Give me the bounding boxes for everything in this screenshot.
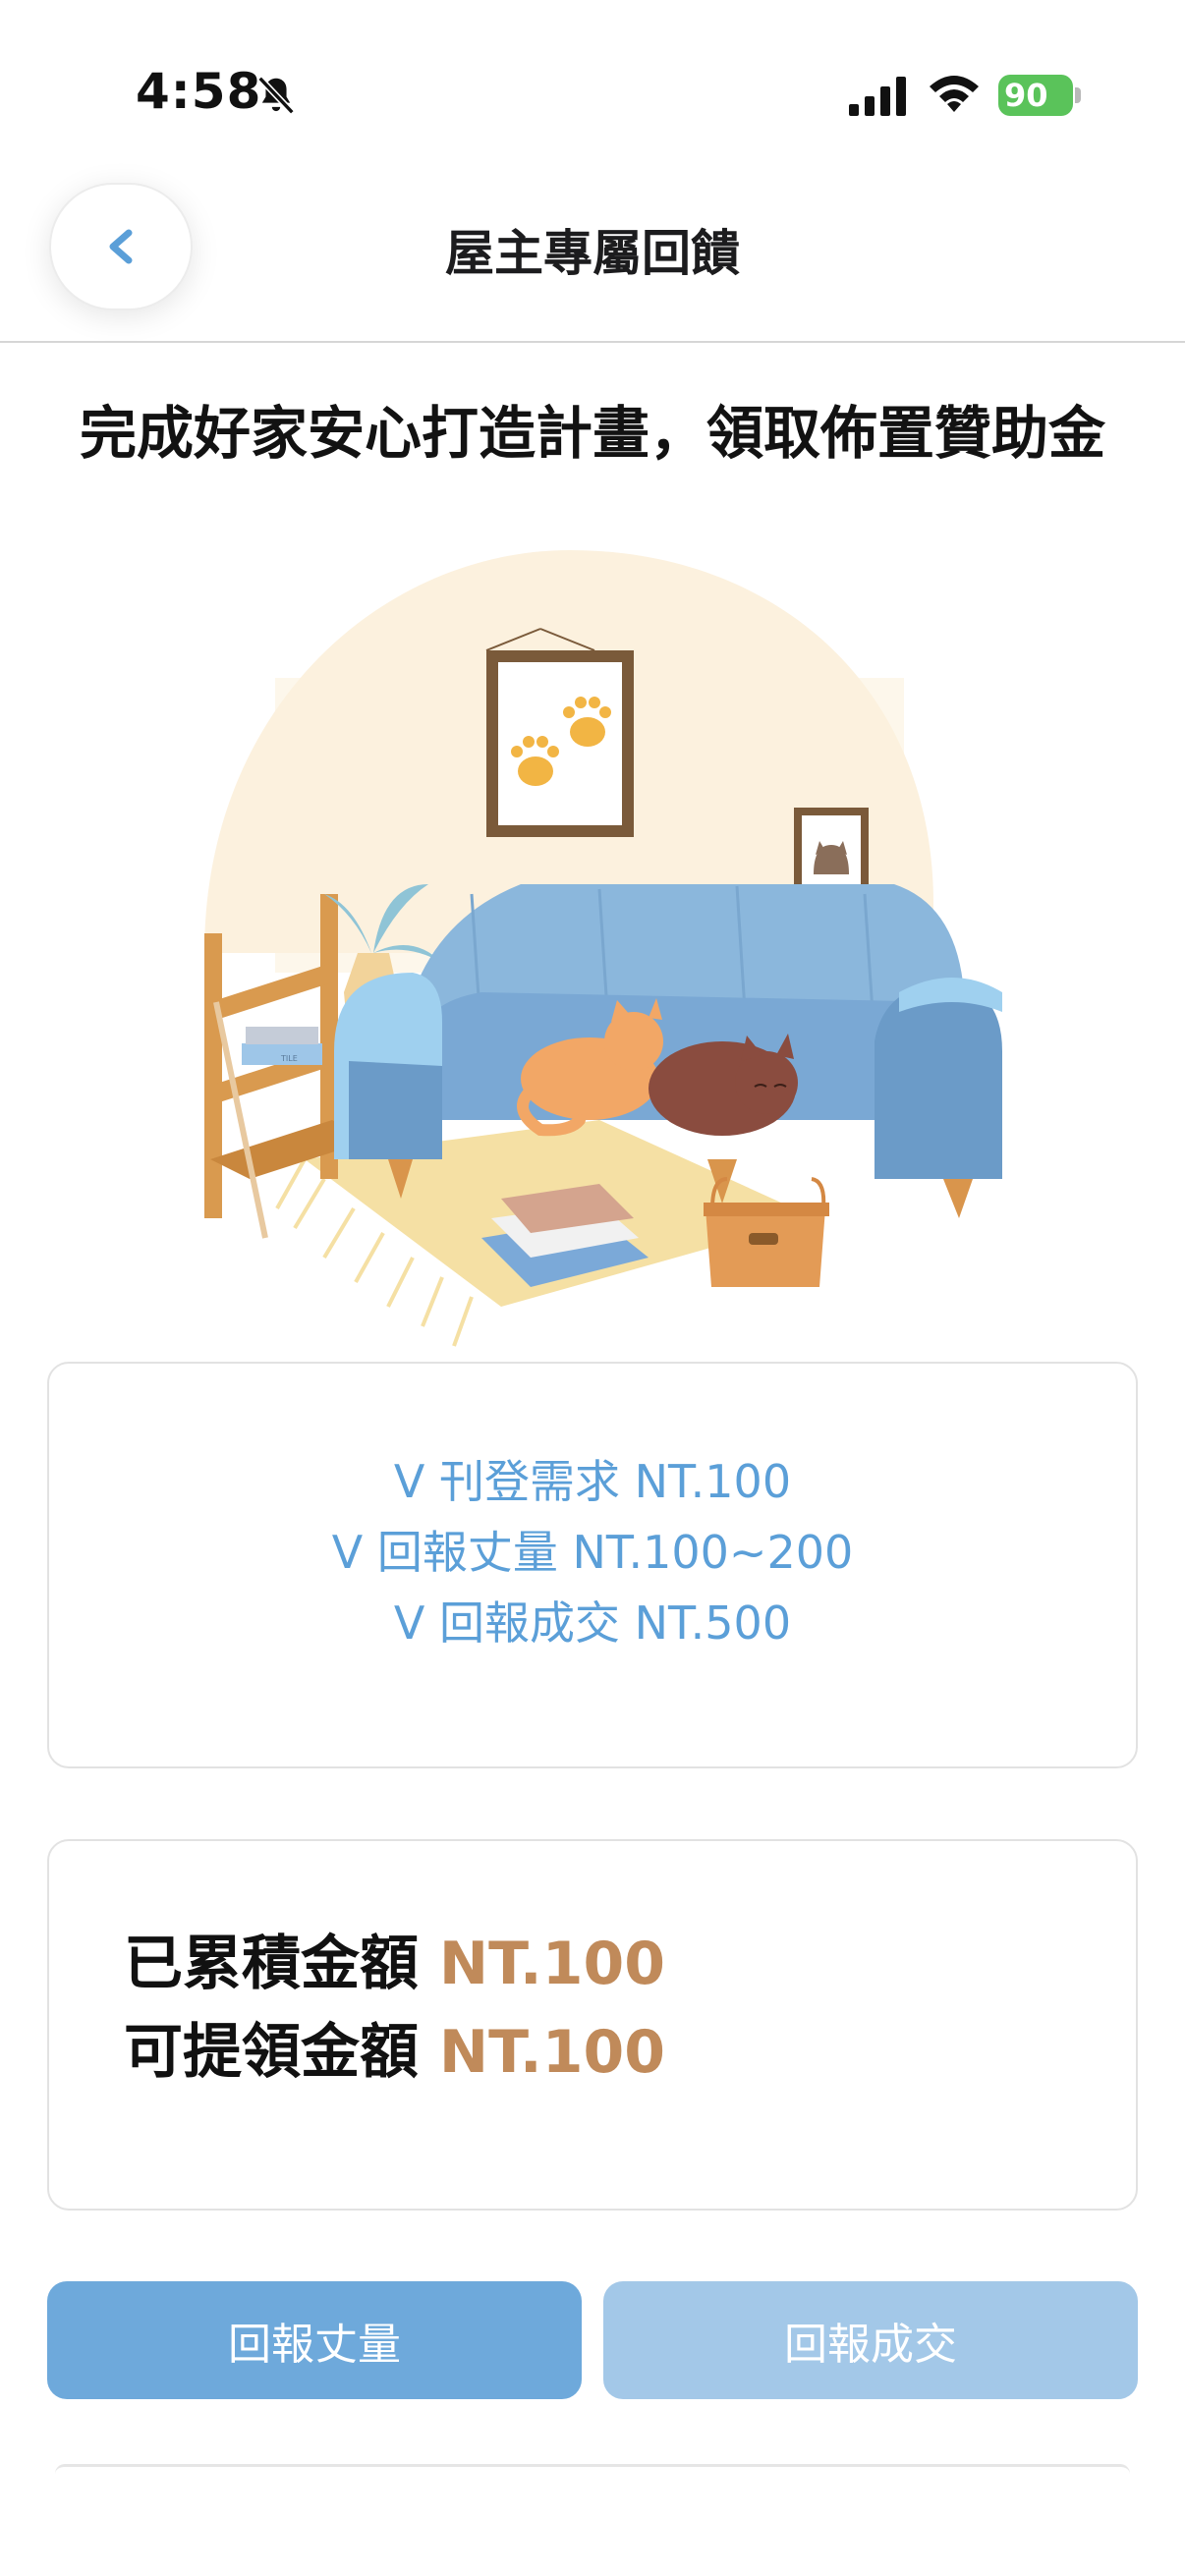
wifi-icon	[930, 76, 979, 112]
headline: 完成好家安心打造計畫，領取佈置贊助金	[79, 400, 1105, 467]
reward-item: V 刊登需求 NT.100	[393, 1455, 792, 1508]
withdrawable-value: NT.100	[438, 2018, 665, 2087]
battery-level: 90	[1004, 77, 1048, 114]
amount-card: 已累積金額 NT.100 可提領金額 NT.100	[47, 1839, 1138, 2211]
accumulated-value: NT.100	[438, 1930, 665, 1998]
status-bar: 4:58 90	[0, 0, 1185, 187]
report-deal-button[interactable]: 回報成交	[603, 2281, 1138, 2399]
page-title: 屋主專屬回饋	[445, 225, 740, 282]
accumulated-amount: 已累積金額 NT.100	[124, 1916, 665, 2001]
withdrawable-label: 可提領金額	[124, 2018, 419, 2087]
next-card-edge	[55, 2464, 1130, 2474]
reward-item: V 回報成交 NT.500	[393, 1596, 792, 1650]
bell-muted-icon	[257, 76, 295, 115]
cellular-signal-icon	[849, 77, 906, 116]
battery-icon: 90	[998, 75, 1081, 116]
svg-text:TILE: TILE	[280, 1054, 298, 1063]
living-room-illustration: TILE	[204, 550, 1002, 1347]
reward-item: V 回報丈量 NT.100~200	[331, 1526, 854, 1579]
report-measure-button[interactable]: 回報丈量	[47, 2281, 582, 2399]
status-time: 4:58	[136, 63, 262, 120]
withdrawable-amount: 可提領金額 NT.100	[124, 2004, 665, 2090]
rewards-card: V 刊登需求 NT.100 V 回報丈量 NT.100~200 V 回報成交 N…	[47, 1362, 1138, 1768]
accumulated-label: 已累積金額	[124, 1930, 419, 1998]
nav-divider	[0, 341, 1185, 343]
